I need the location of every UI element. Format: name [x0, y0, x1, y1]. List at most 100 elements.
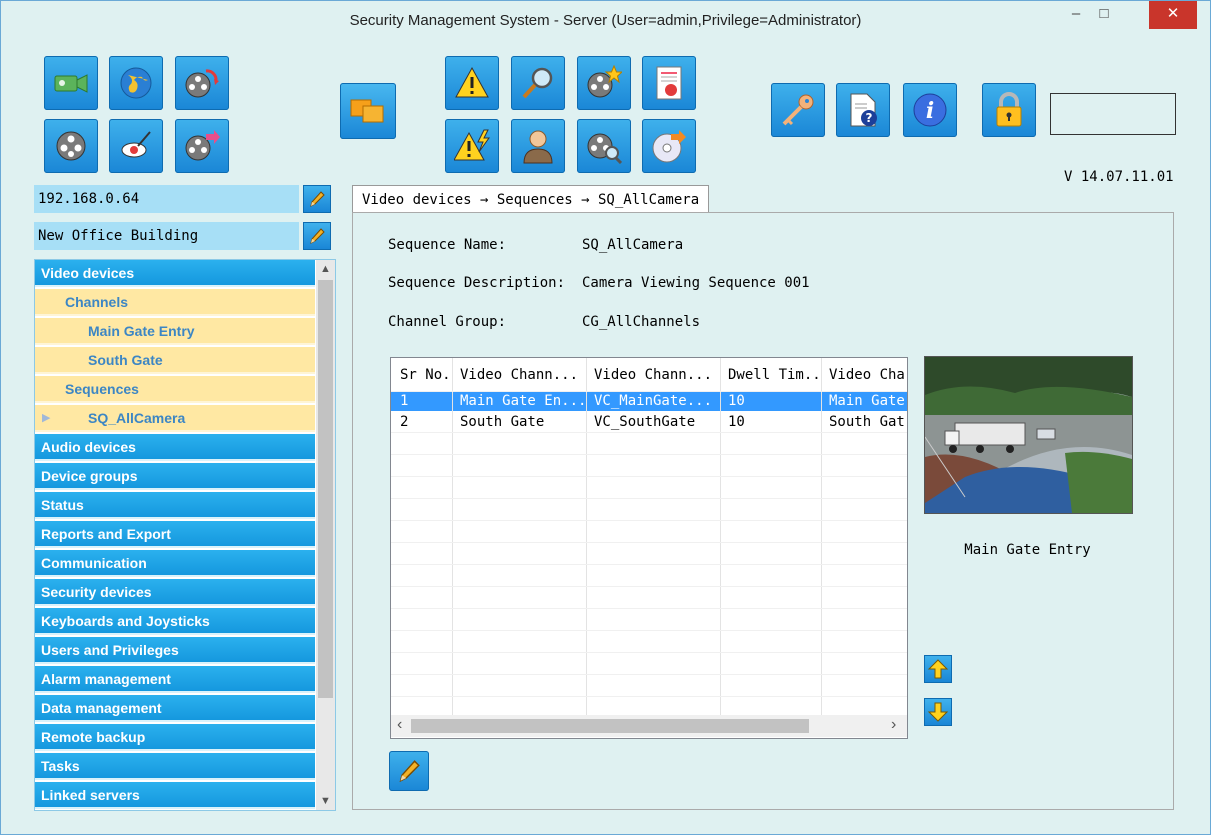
tree-item-users-and-privileges[interactable]: Users and Privileges [35, 637, 315, 664]
scroll-up-arrow-icon[interactable]: ▲ [316, 260, 335, 278]
tree-item-communication[interactable]: Communication [35, 550, 315, 577]
column-header-dwell-time[interactable]: Dwell Tim... [723, 365, 821, 385]
info-button[interactable]: i [903, 83, 957, 137]
layout-button[interactable] [340, 83, 396, 139]
sequence-channels-table[interactable]: Sr No. Video Chann... Video Chann... Dwe… [390, 357, 908, 739]
tree-item-keyboards-and-joysticks[interactable]: Keyboards and Joysticks [35, 608, 315, 635]
tree-item-label: Alarm management [41, 671, 171, 687]
column-header-video-channel-name[interactable]: Video Chann... [455, 365, 585, 385]
search-button[interactable] [511, 56, 565, 110]
tree-item-sequences[interactable]: Sequences [35, 376, 315, 403]
tree-item-label: Reports and Export [41, 526, 171, 542]
tree-item-tasks[interactable]: Tasks [35, 753, 315, 780]
edit-server-address-button[interactable] [303, 185, 331, 213]
table-horizontal-scrollbar[interactable]: ‹ › [391, 715, 907, 737]
film-search-button[interactable] [577, 119, 631, 173]
tree-item-label: Communication [41, 555, 147, 571]
edit-sequence-button[interactable] [389, 751, 429, 791]
tree-item-audio-devices[interactable]: Audio devices [35, 434, 315, 461]
film-icon [56, 131, 86, 161]
tree-item-label: Device groups [41, 468, 138, 484]
camera-preview-image [924, 356, 1133, 514]
table-cell[interactable]: 10 [723, 412, 821, 432]
table-cell[interactable]: VC_SouthGate [589, 412, 719, 432]
info-icon: i [913, 93, 947, 127]
tree-item-channels[interactable]: Channels [35, 289, 315, 316]
tree-item-sq-allcamera[interactable]: ▶ SQ_AllCamera [35, 405, 315, 432]
table-cell[interactable]: 2 [395, 412, 453, 432]
tree-item-alarm-management[interactable]: Alarm management [35, 666, 315, 693]
tree-item-label: Status [41, 497, 84, 513]
table-cell[interactable]: 10 [723, 391, 821, 411]
move-down-button[interactable] [924, 698, 952, 726]
tree-item-label: Users and Privileges [41, 642, 179, 658]
camera-icon [54, 74, 88, 93]
table-cell[interactable]: Main Gate En... [455, 391, 585, 411]
tree-item-label: Sequences [65, 381, 139, 397]
tree-item-data-management[interactable]: Data management [35, 695, 315, 722]
table-scrollbar-thumb[interactable] [411, 719, 809, 733]
tree-item-status[interactable]: Status [35, 492, 315, 519]
pencil-icon [399, 760, 420, 783]
column-header-video-channel[interactable]: Video Cha [824, 365, 906, 385]
scroll-down-arrow-icon[interactable]: ▼ [316, 792, 335, 810]
pencil-icon [310, 228, 325, 244]
film-search-icon [587, 133, 622, 164]
minimize-button[interactable]: – [1063, 1, 1089, 29]
disc-export-icon [652, 130, 686, 163]
help-button[interactable]: ? [836, 83, 890, 137]
preview-caption: Main Gate Entry [964, 542, 1091, 558]
tree-item-security-devices[interactable]: Security devices [35, 579, 315, 606]
move-up-button[interactable] [924, 655, 952, 683]
column-header-video-channel-id[interactable]: Video Chann... [589, 365, 719, 385]
warning-button[interactable] [445, 56, 499, 110]
maximize-button[interactable]: □ [1091, 1, 1117, 29]
sequence-description-value: Camera Viewing Sequence 001 [582, 275, 810, 291]
table-cell[interactable]: VC_MainGate... [589, 391, 719, 411]
key-button[interactable] [771, 83, 825, 137]
tree-item-reports-and-export[interactable]: Reports and Export [35, 521, 315, 548]
server-address-field: 192.168.0.64 [34, 185, 299, 213]
camera-button[interactable] [44, 56, 98, 110]
tree-item-label: Channels [65, 294, 129, 310]
report-button[interactable] [642, 56, 696, 110]
table-cell[interactable]: South Gate [455, 412, 585, 432]
globe-button[interactable] [109, 56, 163, 110]
table-cell[interactable]: Main Gate [824, 391, 906, 411]
tab-breadcrumb[interactable]: Video devices → Sequences → SQ_AllCamera [352, 185, 710, 214]
tree-item-device-groups[interactable]: Device groups [35, 463, 315, 490]
tree-item-video-devices[interactable]: Video devices [35, 260, 315, 287]
sequence-description-label: Sequence Description: [388, 275, 566, 291]
film-export-button[interactable] [175, 119, 229, 173]
tree-item-main-gate-entry[interactable]: Main Gate Entry [35, 318, 315, 345]
warning-flash-button[interactable] [445, 119, 499, 173]
tree-item-south-gate[interactable]: South Gate [35, 347, 315, 374]
film-button[interactable] [44, 119, 98, 173]
table-cell[interactable]: 1 [395, 391, 453, 411]
svg-text:i: i [926, 98, 934, 124]
edit-site-name-button[interactable] [303, 222, 331, 250]
scroll-left-arrow-icon[interactable]: ‹ [397, 716, 402, 734]
close-button[interactable]: ✕ [1149, 1, 1197, 29]
window-title: Security Management System - Server (Use… [349, 12, 862, 29]
film-refresh-button[interactable] [175, 56, 229, 110]
disc-export-button[interactable] [642, 119, 696, 173]
film-star-button[interactable] [577, 56, 631, 110]
lock-button[interactable] [982, 83, 1036, 137]
layout-icon [350, 99, 384, 123]
column-header-sr-no[interactable]: Sr No. [395, 365, 453, 385]
version-label: V 14.07.11.01 [1064, 169, 1174, 185]
camera-preview-scene [925, 357, 1132, 513]
user-button[interactable] [511, 119, 565, 173]
key-icon [782, 94, 814, 126]
tree-item-remote-backup[interactable]: Remote backup [35, 724, 315, 751]
tree-scrollbar[interactable]: ▲ ▼ [316, 260, 335, 810]
table-cell[interactable]: South Gat [824, 412, 906, 432]
tree-item-label: Video devices [41, 265, 135, 281]
film-refresh-icon [185, 69, 219, 98]
tree-item-linked-servers[interactable]: Linked servers [35, 782, 315, 809]
tree-scrollbar-thumb[interactable] [318, 280, 333, 698]
map-pointer-button[interactable] [109, 119, 163, 173]
scroll-right-arrow-icon[interactable]: › [891, 716, 896, 734]
tree-item-label: Data management [41, 700, 162, 716]
